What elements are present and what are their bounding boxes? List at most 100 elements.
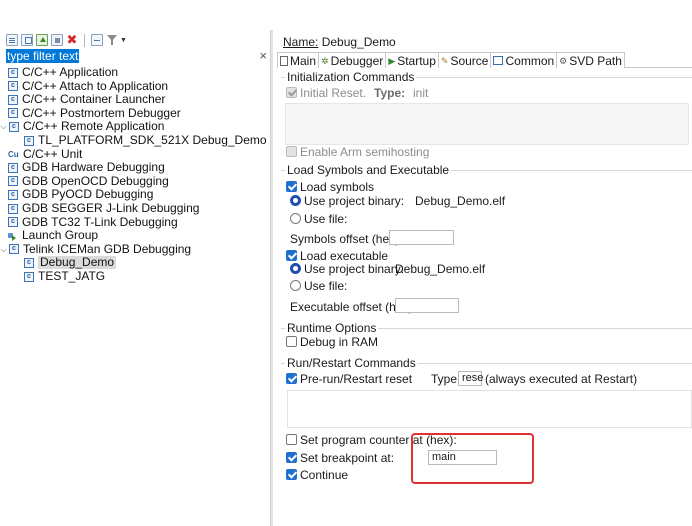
chevron-down-icon[interactable]: ▼ (120, 37, 127, 44)
c-config-icon (8, 189, 18, 200)
run-commands-textarea[interactable] (287, 390, 692, 428)
filter-icon[interactable] (106, 34, 118, 46)
clear-filter-icon[interactable]: × (259, 48, 267, 63)
expand-chevron-icon[interactable]: ⌵ (0, 243, 7, 256)
tree-item-telink[interactable]: ⌵ Telink ICEMan GDB Debugging (0, 241, 192, 256)
initial-reset-label: Initial Reset. (300, 86, 367, 100)
config-toolbar: ✖ ▼ (6, 33, 127, 47)
init-commands-title: Initialization Commands (285, 70, 417, 84)
arm-semihosting-label: Enable Arm semihosting (300, 145, 430, 159)
config-name-row: Name: Debug_Demo (283, 35, 396, 49)
tree-item-label: TL_PLATFORM_SDK_521X Debug_Demo (38, 133, 267, 147)
tree-item-label: Debug_Demo (38, 255, 117, 270)
c-config-icon (8, 203, 18, 214)
c-config-icon (24, 257, 34, 268)
run-restart-title: Run/Restart Commands (285, 356, 418, 370)
initial-reset-checkbox[interactable] (286, 87, 297, 98)
tree-item-tl-platform[interactable]: TL_PLATFORM_SDK_521X Debug_Demo (24, 134, 267, 147)
tree-item-label: C/C++ Postmortem Debugger (22, 105, 181, 120)
set-pc-checkbox[interactable] (286, 434, 297, 445)
c-config-icon (24, 135, 34, 146)
tree-item-gdb-tc32[interactable]: GDB TC32 T-Link Debugging (8, 214, 178, 229)
tree-item-label: C/C++ Remote Application (23, 119, 165, 134)
set-breakpoint-checkbox[interactable] (286, 452, 297, 463)
common-tab-icon (493, 56, 504, 65)
pre-run-type-label: Type: (431, 372, 461, 386)
tree-item-launch-group[interactable]: Launch Group (8, 229, 98, 242)
executable-offset-field[interactable] (395, 298, 459, 313)
tree-item-label: GDB PyOCD Debugging (22, 187, 154, 202)
c-config-icon (8, 81, 18, 92)
tab-common[interactable]: Common (490, 52, 558, 68)
tab-source[interactable]: ✎ Source (437, 52, 492, 68)
symbols-use-project-binary-label: Use project binary: (304, 194, 405, 208)
exec-use-project-binary-label: Use project binary: (304, 262, 405, 276)
source-icon: ✎ (440, 55, 449, 66)
filter-text-selected[interactable]: type filter text (6, 49, 80, 63)
c-config-icon (8, 108, 18, 119)
tree-item-cpp-unit[interactable]: Cu C/C++ Unit (8, 147, 82, 161)
duplicate-config-icon[interactable] (21, 34, 33, 46)
exec-use-file-radio[interactable] (290, 280, 301, 291)
symbols-use-project-binary-radio[interactable] (290, 195, 301, 206)
tree-item-gdb-openocd[interactable]: GDB OpenOCD Debugging (8, 173, 169, 188)
exec-use-project-binary-radio[interactable] (290, 263, 301, 274)
load-executable-checkbox[interactable] (286, 250, 297, 261)
symbols-offset-field[interactable] (389, 230, 454, 245)
continue-checkbox[interactable] (286, 469, 297, 480)
arm-semihosting-checkbox[interactable] (286, 146, 297, 157)
launch-config-list-pane: ✖ ▼ type filter text × C/C++ Application… (0, 30, 270, 526)
pre-run-type-field[interactable]: rese (458, 371, 483, 386)
export-config-icon[interactable] (36, 34, 48, 46)
tree-item-test-jatg[interactable]: TEST_JATG (24, 270, 105, 283)
load-symbols-label: Load symbols (300, 180, 375, 194)
c-config-icon (8, 162, 18, 173)
tree-item-label: GDB SEGGER J-Link Debugging (22, 201, 200, 215)
annotation-highlight-box (411, 433, 534, 484)
symbols-use-file-label: Use file: (304, 212, 348, 226)
tree-item-label: GDB Hardware Debugging (22, 160, 165, 175)
import-config-icon[interactable] (51, 34, 63, 46)
tree-item-label: C/C++ Application (22, 65, 119, 79)
tree-item-label: Launch Group (22, 228, 99, 243)
tree-item-cpp-remote[interactable]: ⌵ C/C++ Remote Application (0, 120, 164, 133)
tab-svd-path[interactable]: ⚙ SVD Path (556, 52, 625, 68)
tree-item-gdb-hw[interactable]: GDB Hardware Debugging (8, 161, 165, 174)
tree-item-gdb-pyocd[interactable]: GDB PyOCD Debugging (8, 188, 153, 201)
exec-binary-value: Debug_Demo.elf (395, 262, 486, 276)
debug-in-ram-checkbox[interactable] (286, 336, 297, 347)
tab-debugger[interactable]: ✲ Debugger (318, 52, 387, 68)
tree-item-label: GDB OpenOCD Debugging (22, 173, 169, 188)
svd-path-icon: ⚙ (559, 55, 568, 66)
tab-startup[interactable]: ▶ Startup (385, 52, 439, 68)
collapse-all-icon[interactable] (91, 34, 103, 46)
new-config-icon[interactable] (6, 34, 18, 46)
symbols-use-file-radio[interactable] (290, 213, 301, 224)
continue-label: Continue (300, 468, 349, 482)
pre-run-reset-checkbox[interactable] (286, 373, 297, 384)
config-name-value[interactable]: Debug_Demo (322, 35, 396, 49)
load-symbols-checkbox[interactable] (286, 181, 297, 192)
tree-item-cpp-app[interactable]: C/C++ Application (8, 66, 118, 79)
c-config-icon (8, 217, 18, 228)
tree-item-debug-demo[interactable]: Debug_Demo (24, 255, 117, 270)
debugger-bug-icon: ✲ (321, 55, 329, 66)
tree-item-cpp-postmortem[interactable]: C/C++ Postmortem Debugger (8, 105, 181, 120)
cu-icon: Cu (8, 149, 19, 159)
c-config-icon (9, 244, 19, 255)
delete-config-icon[interactable]: ✖ (66, 33, 78, 46)
tree-item-label: Telink ICEMan GDB Debugging (23, 241, 192, 256)
tree-item-cpp-container[interactable]: C/C++ Container Launcher (8, 93, 165, 106)
pre-run-always-note: (always executed at Restart) (485, 372, 638, 386)
tree-item-label: C/C++ Attach to Application (22, 78, 169, 93)
expand-chevron-icon[interactable]: ⌵ (0, 120, 7, 133)
set-breakpoint-label: Set breakpoint at: (300, 451, 395, 465)
toolbar-separator (84, 33, 85, 47)
tree-item-gdb-jlink[interactable]: GDB SEGGER J-Link Debugging (8, 202, 199, 215)
tree-item-cpp-attach[interactable]: C/C++ Attach to Application (8, 78, 169, 93)
init-commands-textarea[interactable] (285, 103, 689, 145)
c-config-icon (8, 67, 18, 78)
tab-main[interactable]: Main (277, 52, 320, 68)
tree-item-label: GDB TC32 T-Link Debugging (22, 214, 178, 229)
launch-group-icon (8, 231, 19, 241)
